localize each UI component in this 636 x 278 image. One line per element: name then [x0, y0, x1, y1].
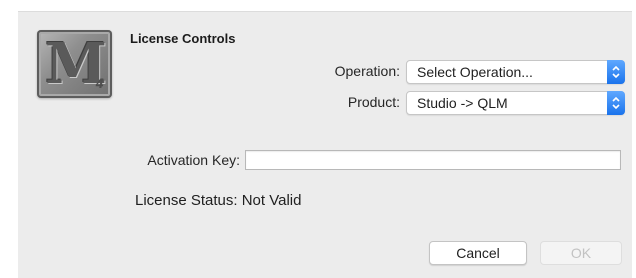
select-stepper-icon [607, 60, 625, 84]
cancel-button[interactable]: Cancel [429, 241, 527, 265]
license-dialog: M 4 License Controls Operation: Select O… [0, 0, 636, 278]
activation-key-label: Activation Key: [147, 152, 240, 168]
app-logo-subscript: 4 [95, 77, 104, 91]
operation-select[interactable]: Select Operation... [406, 60, 625, 84]
activation-key-input[interactable] [245, 150, 621, 170]
license-status-text: License Status: Not Valid [135, 192, 302, 209]
product-select[interactable]: Studio -> QLM [406, 91, 625, 115]
dialog-title: License Controls [130, 31, 236, 46]
product-select-value: Studio -> QLM [417, 95, 508, 111]
select-stepper-icon [607, 91, 625, 115]
product-label: Product: [347, 94, 400, 110]
ok-button[interactable]: OK [540, 241, 622, 265]
app-logo-icon: M 4 [37, 30, 112, 98]
operation-select-value: Select Operation... [417, 64, 533, 80]
operation-label: Operation: [334, 63, 400, 79]
